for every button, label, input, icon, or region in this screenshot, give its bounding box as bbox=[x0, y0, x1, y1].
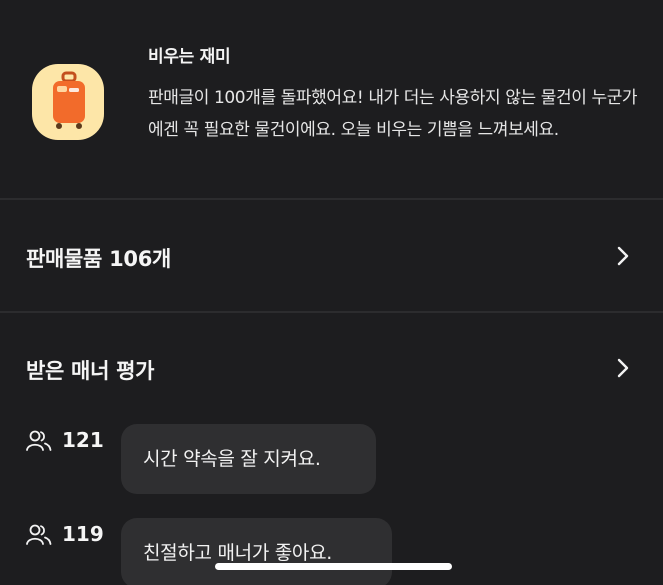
manner-review-item: 119 친절하고 매너가 좋아요. bbox=[0, 518, 663, 585]
section-divider bbox=[0, 198, 663, 200]
suitcase-icon bbox=[32, 64, 104, 140]
manner-review-item: 121 시간 약속을 잘 지켜요. bbox=[0, 424, 663, 504]
manner-reviews-row[interactable]: 받은 매너 평가 bbox=[0, 338, 663, 398]
chevron-right-icon bbox=[617, 246, 629, 270]
sales-items-row[interactable]: 판매물품 106개 bbox=[0, 226, 663, 286]
review-count: 119 bbox=[62, 522, 104, 546]
manner-reviews-label: 받은 매너 평가 bbox=[26, 359, 155, 383]
sales-items-label: 판매물품 106개 bbox=[26, 247, 172, 271]
review-count: 121 bbox=[62, 428, 104, 452]
review-text: 친절하고 매너가 좋아요. bbox=[121, 518, 392, 585]
review-text: 시간 약속을 잘 지켜요. bbox=[121, 424, 376, 494]
people-icon bbox=[26, 430, 52, 456]
people-icon bbox=[26, 524, 52, 550]
chevron-right-icon bbox=[617, 358, 629, 382]
badge-description: 판매글이 100개를 돌파했어요! 내가 더는 사용하지 않는 물건이 누군가에… bbox=[148, 88, 638, 140]
section-divider bbox=[0, 311, 663, 313]
home-indicator[interactable] bbox=[215, 563, 452, 570]
badge-title: 비우는 재미 bbox=[148, 47, 231, 67]
badge-section: 비우는 재미 판매글이 100개를 돌파했어요! 내가 더는 사용하지 않는 물… bbox=[0, 0, 663, 199]
